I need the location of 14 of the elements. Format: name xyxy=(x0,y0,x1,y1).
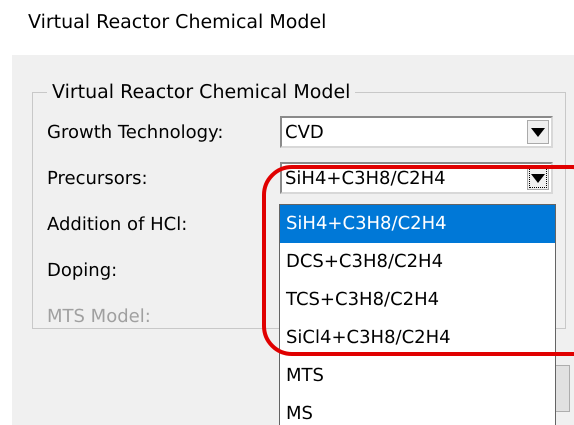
field-label: Doping: xyxy=(47,260,118,280)
dropdown-option[interactable]: MTS xyxy=(280,357,555,395)
dropdown-option[interactable]: DCS+C3H8/C2H4 xyxy=(280,243,555,281)
dropdown-field[interactable]: CVD xyxy=(280,116,553,148)
group-title: Virtual Reactor Chemical Model xyxy=(51,81,352,103)
dropdown-option[interactable]: MS xyxy=(280,395,555,425)
dropdown-option[interactable]: SiCl4+C3H8/C2H4 xyxy=(280,319,555,357)
field-label: Growth Technology: xyxy=(47,122,224,142)
dropdown-option[interactable]: SiH4+C3H8/C2H4 xyxy=(280,205,555,243)
field-label: Precursors: xyxy=(47,168,149,188)
field-label: MTS Model: xyxy=(47,306,152,326)
dropdown-option[interactable]: TCS+C3H8/C2H4 xyxy=(280,281,555,319)
window-title: Virtual Reactor Chemical Model xyxy=(28,10,326,35)
field-label: Addition of HCl: xyxy=(47,214,188,234)
